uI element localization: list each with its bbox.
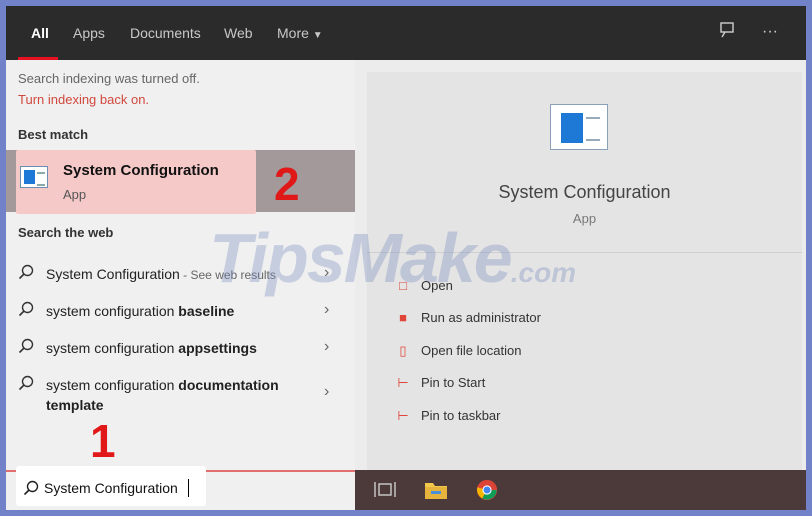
- text-caret: [188, 479, 189, 497]
- action-pin-to-start[interactable]: ⊢ Pin to Start: [394, 373, 694, 397]
- system-configuration-large-icon: [550, 104, 608, 150]
- more-options-icon[interactable]: ···: [759, 21, 781, 43]
- pin-icon: ⊢: [397, 375, 409, 390]
- tab-apps[interactable]: Apps: [73, 25, 105, 41]
- search-icon: [18, 375, 34, 391]
- search-icon: [23, 480, 39, 496]
- web-result-2-text: system configuration baseline: [46, 303, 235, 319]
- action-pin-to-taskbar[interactable]: ⊢ Pin to taskbar: [394, 406, 694, 430]
- feedback-icon[interactable]: [716, 21, 738, 43]
- best-match-title: System Configuration: [63, 162, 219, 179]
- web-result-3-text: system configuration appsettings: [46, 340, 257, 356]
- search-input-value: System Configuration: [44, 480, 178, 496]
- file-explorer-icon[interactable]: [424, 479, 448, 501]
- tab-bar: All Apps Documents Web More ▼ ···: [6, 6, 806, 60]
- step-1-annotation: 1: [90, 415, 116, 467]
- tab-all[interactable]: All: [31, 25, 49, 41]
- action-open-file-location[interactable]: ▯ Open file location: [394, 341, 694, 365]
- chrome-icon[interactable]: [475, 479, 499, 501]
- search-icon: [18, 264, 34, 280]
- system-configuration-icon: [20, 166, 48, 188]
- turn-indexing-on-link[interactable]: Turn indexing back on.: [18, 92, 149, 107]
- chevron-right-icon[interactable]: ›: [324, 383, 329, 401]
- search-web-header: Search the web: [18, 225, 114, 240]
- search-icon: [18, 338, 34, 354]
- shield-icon: ■: [399, 310, 407, 325]
- file-icon: ▯: [399, 343, 407, 358]
- best-match-header: Best match: [18, 127, 89, 142]
- web-result-3[interactable]: system configuration appsettings ›: [6, 334, 355, 368]
- taskbar: [355, 470, 806, 510]
- best-match-card[interactable]: System Configuration App: [16, 150, 256, 214]
- action-run-as-administrator[interactable]: ■ Run as administrator: [394, 308, 694, 332]
- web-result-4-text: system configuration documentation templa…: [46, 377, 279, 413]
- tab-more[interactable]: More ▼: [277, 25, 323, 41]
- chevron-down-icon: ▼: [312, 30, 323, 41]
- tipsmake-watermark: TipsMake.com: [209, 219, 577, 297]
- tab-documents[interactable]: Documents: [130, 25, 201, 41]
- tab-web[interactable]: Web: [224, 25, 253, 41]
- tab-more-label: More: [277, 25, 309, 41]
- web-result-2[interactable]: system configuration baseline ›: [6, 297, 355, 331]
- web-result-4[interactable]: system configuration documentation templa…: [6, 371, 355, 415]
- indexing-notice: Search indexing was turned off.: [18, 71, 200, 86]
- chevron-right-icon[interactable]: ›: [324, 338, 329, 356]
- preview-title: System Configuration: [498, 182, 671, 202]
- search-window: All Apps Documents Web More ▼ ··· Search…: [6, 6, 806, 510]
- search-input[interactable]: System Configuration: [16, 466, 206, 506]
- chevron-right-icon[interactable]: ›: [324, 301, 329, 319]
- pin-icon: ⊢: [397, 408, 409, 423]
- best-match-subtitle: App: [63, 187, 87, 202]
- step-2-annotation: 2: [274, 158, 300, 210]
- search-icon: [18, 301, 34, 317]
- task-view-icon[interactable]: [373, 479, 397, 501]
